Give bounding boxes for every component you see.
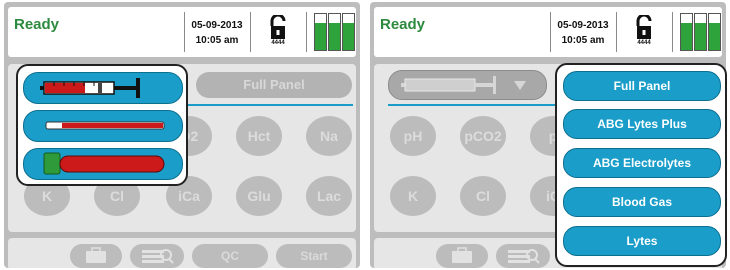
panel-selector-button[interactable]: Full Panel [196, 72, 352, 98]
search-records-button[interactable] [496, 244, 550, 268]
capillary-sample-button[interactable] [23, 110, 183, 142]
analyte-button[interactable]: pH [390, 116, 436, 156]
analyte-button[interactable]: Na [306, 116, 352, 156]
status-header: Ready 05-09-2013 10:05 am 4444 [374, 7, 722, 57]
toolbox-icon [86, 247, 106, 263]
unlock-icon[interactable]: 4444 [629, 13, 659, 49]
vacuum-tube-sample-button[interactable] [23, 148, 183, 180]
syringe-icon [40, 78, 140, 98]
toolbox-icon [452, 247, 472, 263]
battery-level [315, 23, 326, 50]
battery-level [695, 23, 706, 50]
panel-option-lytes[interactable]: Lytes [563, 226, 721, 256]
capillary-icon [45, 121, 165, 130]
search-records-button[interactable] [130, 244, 184, 268]
battery-level [343, 23, 354, 50]
header-divider [184, 12, 185, 52]
date-time: 05-09-2013 10:05 am [186, 18, 248, 48]
panel-option-abg-lytes-plus[interactable]: ABG Lytes Plus [563, 109, 721, 139]
status-text: Ready [380, 16, 426, 33]
panel-type-menu: Full Panel ABG Lytes Plus ABG Electrolyt… [555, 63, 727, 267]
lock-code: 4444 [271, 40, 285, 46]
footer-bar: QC Start [8, 238, 356, 268]
analyte-button[interactable]: Lac [306, 176, 352, 216]
panel-option-blood-gas[interactable]: Blood Gas [563, 187, 721, 217]
search-records-icon [142, 249, 174, 264]
battery-icon [680, 13, 693, 51]
time-text: 10:05 am [561, 35, 605, 46]
date-text: 05-09-2013 [557, 20, 609, 31]
status-header: Ready 05-09-2013 10:05 am 4444 [8, 7, 356, 57]
toolbox-button[interactable] [436, 244, 488, 268]
syringe-sample-button[interactable] [23, 72, 183, 104]
analyte-button[interactable]: Cl [460, 176, 506, 216]
header-divider [306, 12, 307, 52]
battery-icon [708, 13, 721, 51]
analyte-button[interactable]: K [390, 176, 436, 216]
lock-code: 4444 [637, 40, 651, 46]
unlock-icon[interactable]: 4444 [263, 13, 293, 49]
syringe-icon [401, 76, 526, 94]
battery-icon [314, 13, 327, 51]
panel-option-full-panel[interactable]: Full Panel [563, 71, 721, 101]
header-divider [616, 12, 617, 52]
sample-type-selector[interactable] [388, 70, 547, 100]
battery-icon [328, 13, 341, 51]
battery-icon [342, 13, 355, 51]
status-text: Ready [14, 16, 60, 33]
sample-type-menu [16, 64, 188, 186]
time-text: 10:05 am [195, 35, 239, 46]
header-divider [250, 12, 251, 52]
header-divider [550, 12, 551, 52]
battery-level [709, 23, 720, 50]
analyte-button[interactable]: Hct [236, 116, 282, 156]
analyte-button[interactable]: Glu [236, 176, 282, 216]
date-text: 05-09-2013 [191, 20, 243, 31]
battery-level [329, 23, 340, 50]
divider-line [188, 104, 353, 106]
analyte-button[interactable]: pCO2 [460, 116, 506, 156]
battery-level [681, 23, 692, 50]
blood-tube-icon [43, 152, 165, 175]
toolbox-button[interactable] [70, 244, 122, 268]
battery-icon [694, 13, 707, 51]
divider-line [388, 104, 558, 106]
panel-option-abg-electrolytes[interactable]: ABG Electrolytes [563, 148, 721, 178]
search-records-icon [508, 249, 540, 264]
header-divider [672, 12, 673, 52]
date-time: 05-09-2013 10:05 am [552, 18, 614, 48]
qc-button[interactable]: QC [192, 244, 268, 268]
start-button[interactable]: Start [276, 244, 352, 268]
